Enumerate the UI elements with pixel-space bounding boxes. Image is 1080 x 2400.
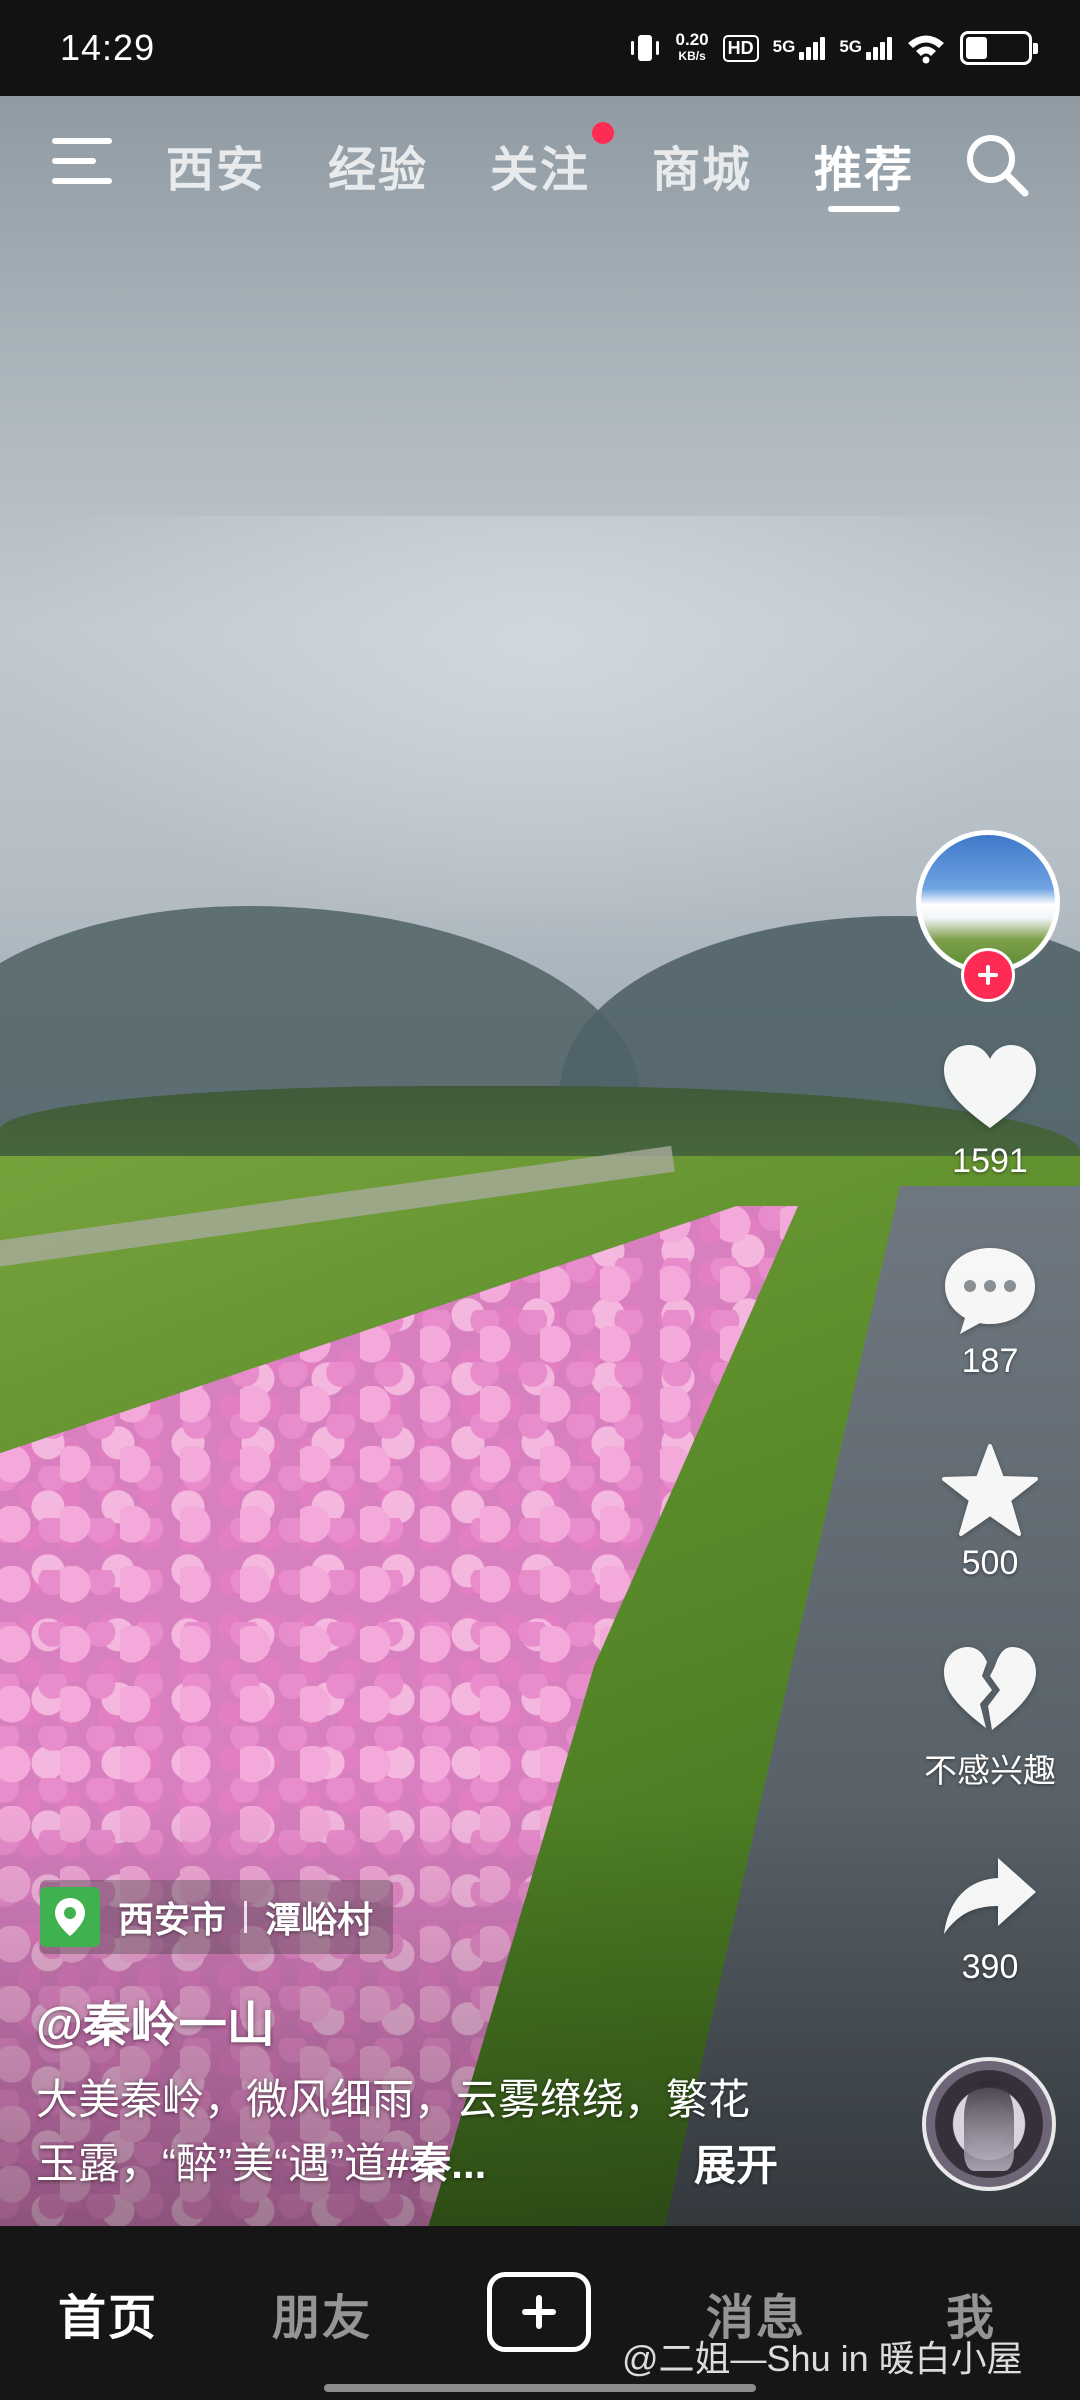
vibrate-icon [630,35,659,61]
author-name[interactable]: @秦岭一山 [36,1985,275,2055]
home-indicator[interactable] [324,2384,756,2392]
signal-icon: 5G [839,36,892,60]
net-speed-unit: KB/s [678,49,706,63]
menu-icon[interactable] [52,138,114,188]
tab-experience[interactable]: 经验 [328,130,428,200]
location-place: 潭峪村 [265,1899,374,1940]
share-button[interactable]: 390 [900,1846,1080,1987]
star-icon [942,1444,1038,1536]
fog-layer [0,516,1080,936]
share-count: 390 [961,1948,1019,1986]
location-pin-icon [40,1887,100,1947]
heart-icon [944,1045,1036,1128]
comment-icon [945,1248,1035,1334]
music-disc[interactable] [922,2057,1056,2191]
location-city: 西安市 [118,1899,227,1940]
comment-count: 187 [961,1342,1019,1380]
location-tag[interactable]: 西安市 潭峪村 [40,1880,394,1954]
caption-line-1: 大美秦岭，微风细雨，云雾缭绕，繁花 [36,2076,751,2123]
net-speed: 0.20 KB/s [675,30,709,64]
tab-xian[interactable]: 西安 [166,130,266,200]
tab-recommended[interactable]: 推荐 [814,130,914,200]
net-speed-value: 0.20 [675,30,709,49]
status-icons: 0.20 KB/s HD 5G 5G [628,30,1038,65]
status-bar: 14:29 0.20 KB/s HD 5G 5G [0,0,1080,96]
caption-hashtag[interactable]: #秦... [386,2140,486,2187]
not-interested-button[interactable]: 不感兴趣 [900,1642,1080,1792]
like-count: 1591 [952,1142,1028,1180]
active-tab-indicator [828,206,900,212]
expand-caption-button[interactable]: 展开 [694,2132,778,2193]
caption-text: 玉露，“醉”美“遇”道 [36,2140,386,2187]
tab-mall[interactable]: 商城 [652,130,752,200]
notification-dot [592,122,614,144]
search-icon[interactable] [962,130,1032,200]
signal-label: 5G [839,36,862,56]
status-time: 14:29 [60,27,156,68]
favorite-count: 500 [961,1544,1019,1582]
tab-following[interactable]: 关注 [490,130,590,200]
broken-heart-icon [944,1647,1036,1730]
nav-friends[interactable]: 朋友 [272,2278,372,2348]
watermark: @二姐—Shu in 暖白小屋 [622,2338,1023,2379]
share-arrow-icon [944,1858,1036,1934]
battery-icon [960,31,1038,65]
comment-button[interactable]: 187 [900,1240,1080,1381]
favorite-button[interactable]: 500 [900,1442,1080,1583]
signal-label: 5G [772,36,796,56]
not-interested-label: 不感兴趣 [924,1752,1056,1789]
top-nav: 西安 经验 关注 商城 推荐 [0,110,1080,220]
location-divider [244,1901,248,1933]
create-post-button[interactable] [487,2272,591,2352]
like-button[interactable]: 1591 [900,1040,1080,1181]
nav-home[interactable]: 首页 [58,2278,158,2348]
signal-icon: 5G [772,36,826,60]
battery-level [966,37,987,59]
hd-icon: HD [722,34,759,62]
follow-button[interactable] [961,948,1015,1002]
wifi-icon [908,35,944,64]
